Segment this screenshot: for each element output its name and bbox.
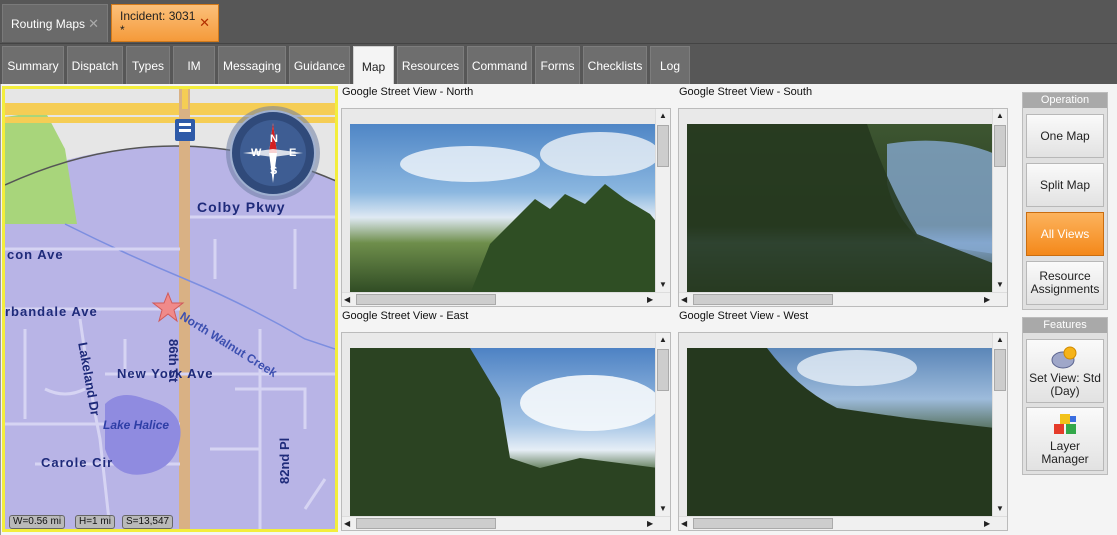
- tab-summary[interactable]: Summary: [2, 46, 64, 84]
- document-tab-bar: Routing Maps ✕ Incident: 3031 * ✕: [0, 0, 1117, 44]
- map-label-carole: Carole Cir: [41, 455, 114, 470]
- resource-assignments-button[interactable]: Resource Assignments: [1026, 261, 1104, 305]
- incident-map[interactable]: N E S W Colby Pkwy con Ave rbandale Ave …: [2, 86, 338, 532]
- doc-tab-routing-maps[interactable]: Routing Maps ✕: [2, 4, 108, 42]
- scale-ratio-badge: S=13,547: [122, 515, 174, 529]
- close-icon[interactable]: ✕: [88, 16, 99, 32]
- horizontal-scrollbar[interactable]: ◀ ▶: [342, 516, 670, 530]
- operation-header: Operation: [1023, 93, 1107, 108]
- compass-east: E: [289, 147, 297, 159]
- tab-checklists[interactable]: Checklists: [583, 46, 647, 84]
- tree-silhouette: [400, 132, 658, 294]
- street-view-west-title: Google Street View - West: [679, 310, 809, 322]
- layers-cubes-icon: [1054, 414, 1076, 434]
- layer-manager-label: Layer Manager: [1041, 439, 1089, 466]
- street-view-west[interactable]: ▲ ▼ ◀ ▶: [678, 332, 1008, 531]
- tab-resources[interactable]: Resources: [397, 46, 464, 84]
- doc-tab-label: Incident: 3031 *: [120, 9, 196, 37]
- tree-silhouette: [687, 348, 995, 518]
- street-view-east-title: Google Street View - East: [342, 310, 469, 322]
- tab-log[interactable]: Log: [650, 46, 690, 84]
- vertical-scrollbar[interactable]: ▲ ▼: [655, 109, 670, 294]
- map-label-82nd-pl: 82nd Pl: [277, 437, 292, 484]
- tab-dispatch[interactable]: Dispatch: [67, 46, 123, 84]
- horizontal-scrollbar[interactable]: ◀ ▶: [342, 292, 670, 306]
- close-icon[interactable]: ✕: [199, 15, 210, 31]
- set-view-label: Set View: Std (Day): [1029, 371, 1101, 398]
- globe-sun-icon: [1051, 346, 1077, 369]
- scale-width-badge: W=0.56 mi: [9, 515, 66, 529]
- map-label-colby: Colby Pkwy: [197, 199, 286, 215]
- doc-tab-incident[interactable]: Incident: 3031 * ✕: [111, 4, 219, 42]
- split-map-button[interactable]: Split Map: [1026, 163, 1104, 207]
- features-panel: Features Set View: Std (Day) Layer Manag…: [1022, 317, 1108, 475]
- map-label-urbandale: rbandale Ave: [5, 304, 98, 319]
- tab-guidance[interactable]: Guidance: [289, 46, 350, 84]
- street-view-image: [687, 348, 995, 518]
- layer-manager-button[interactable]: Layer Manager: [1026, 407, 1104, 471]
- street-view-north[interactable]: ▲ ▼ ◀ ▶: [341, 108, 671, 307]
- street-view-south-title: Google Street View - South: [679, 86, 813, 98]
- tab-im[interactable]: IM: [173, 46, 215, 84]
- vertical-scrollbar[interactable]: ▲ ▼: [655, 333, 670, 518]
- map-label-new-york: New York Ave: [117, 366, 214, 381]
- street-view-image: [350, 348, 658, 518]
- operation-panel: Operation One Map Split Map All Views Re…: [1022, 92, 1108, 310]
- vertical-scrollbar[interactable]: ▲ ▼: [992, 109, 1007, 294]
- vertical-scrollbar[interactable]: ▲ ▼: [992, 333, 1007, 518]
- all-views-button[interactable]: All Views: [1026, 212, 1104, 256]
- compass-west: W: [251, 147, 262, 159]
- street-view-image: [687, 124, 995, 294]
- compass-north: N: [270, 133, 278, 145]
- tab-forms[interactable]: Forms: [535, 46, 580, 84]
- tree-silhouette: [687, 124, 995, 294]
- tab-command[interactable]: Command: [467, 46, 532, 84]
- map-label-lake-halice: Lake Halice: [103, 418, 170, 432]
- doc-tab-label: Routing Maps: [11, 16, 86, 31]
- menu-tab-bar: Summary Dispatch Types IM Messaging Guid…: [0, 44, 1117, 86]
- tab-map[interactable]: Map: [353, 46, 394, 86]
- scale-height-badge: H=1 mi: [75, 515, 115, 529]
- tab-types[interactable]: Types: [126, 46, 170, 84]
- compass-south: S: [270, 165, 278, 177]
- street-view-south[interactable]: ▲ ▼ ◀ ▶: [678, 108, 1008, 307]
- street-view-north-title: Google Street View - North: [342, 86, 474, 98]
- set-view-button[interactable]: Set View: Std (Day): [1026, 339, 1104, 403]
- tab-messaging[interactable]: Messaging: [218, 46, 286, 84]
- street-view-image: [350, 124, 658, 294]
- horizontal-scrollbar[interactable]: ◀ ▶: [679, 516, 1007, 530]
- tree-silhouette: [350, 348, 658, 518]
- street-view-east[interactable]: ▲ ▼ ◀ ▶: [341, 332, 671, 531]
- one-map-button[interactable]: One Map: [1026, 114, 1104, 158]
- map-label-con-ave: con Ave: [7, 247, 64, 262]
- features-header: Features: [1023, 318, 1107, 333]
- horizontal-scrollbar[interactable]: ◀ ▶: [679, 292, 1007, 306]
